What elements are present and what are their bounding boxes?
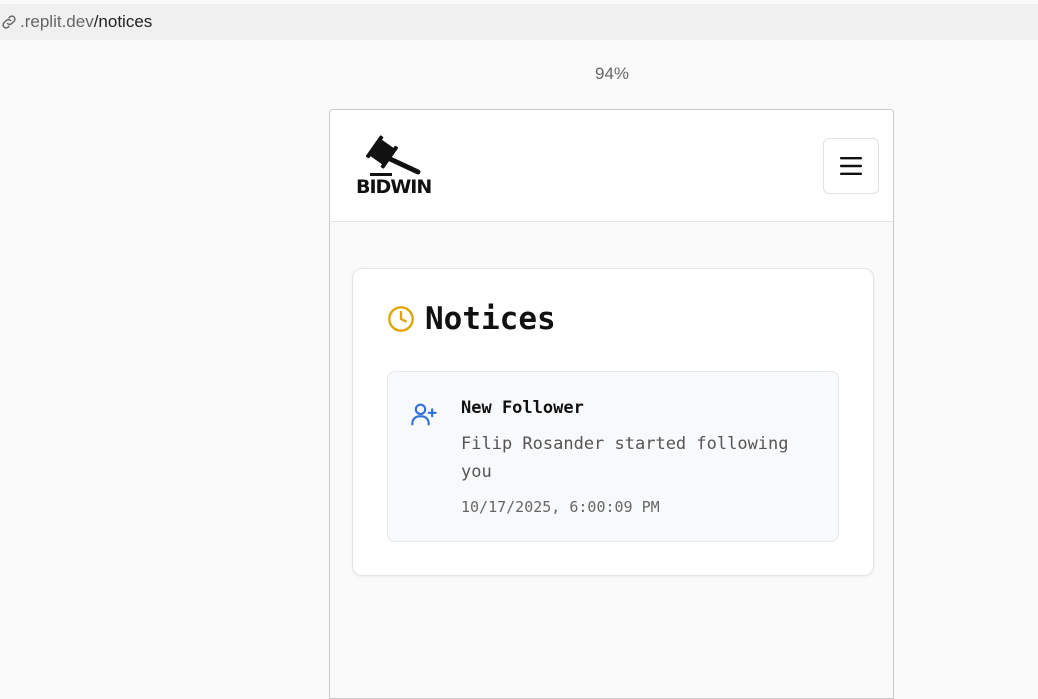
- hamburger-icon: [840, 157, 862, 175]
- bidwin-logo[interactable]: BIDWIN: [356, 134, 432, 200]
- user-plus-icon: [411, 403, 437, 426]
- link-icon: [2, 15, 16, 29]
- notices-heading: Notices: [387, 301, 556, 337]
- notice-body: Filip Rosander started following you: [461, 434, 789, 482]
- notice-item[interactable]: New Follower Filip Rosander started foll…: [387, 371, 839, 542]
- gavel-icon: [365, 135, 421, 176]
- clock-icon: [388, 306, 414, 332]
- url-domain: .replit.dev: [20, 12, 94, 31]
- notice-title: New Follower: [461, 398, 584, 418]
- notice-timestamp: 10/17/2025, 6:00:09 PM: [461, 498, 660, 516]
- logo-text: BIDWIN: [356, 176, 432, 198]
- address-bar[interactable]: .replit.dev/notices: [0, 4, 1038, 40]
- app-header: BIDWIN: [330, 110, 893, 222]
- menu-button[interactable]: [823, 138, 879, 194]
- page-title: Notices: [425, 301, 556, 337]
- notices-card: Notices New Follower Filip Rosander star…: [352, 268, 874, 576]
- app-viewport: BIDWIN Notices New Follower Filip Rosand…: [329, 109, 894, 699]
- zoom-level: 94%: [594, 64, 630, 83]
- url-path: /notices: [93, 12, 153, 31]
